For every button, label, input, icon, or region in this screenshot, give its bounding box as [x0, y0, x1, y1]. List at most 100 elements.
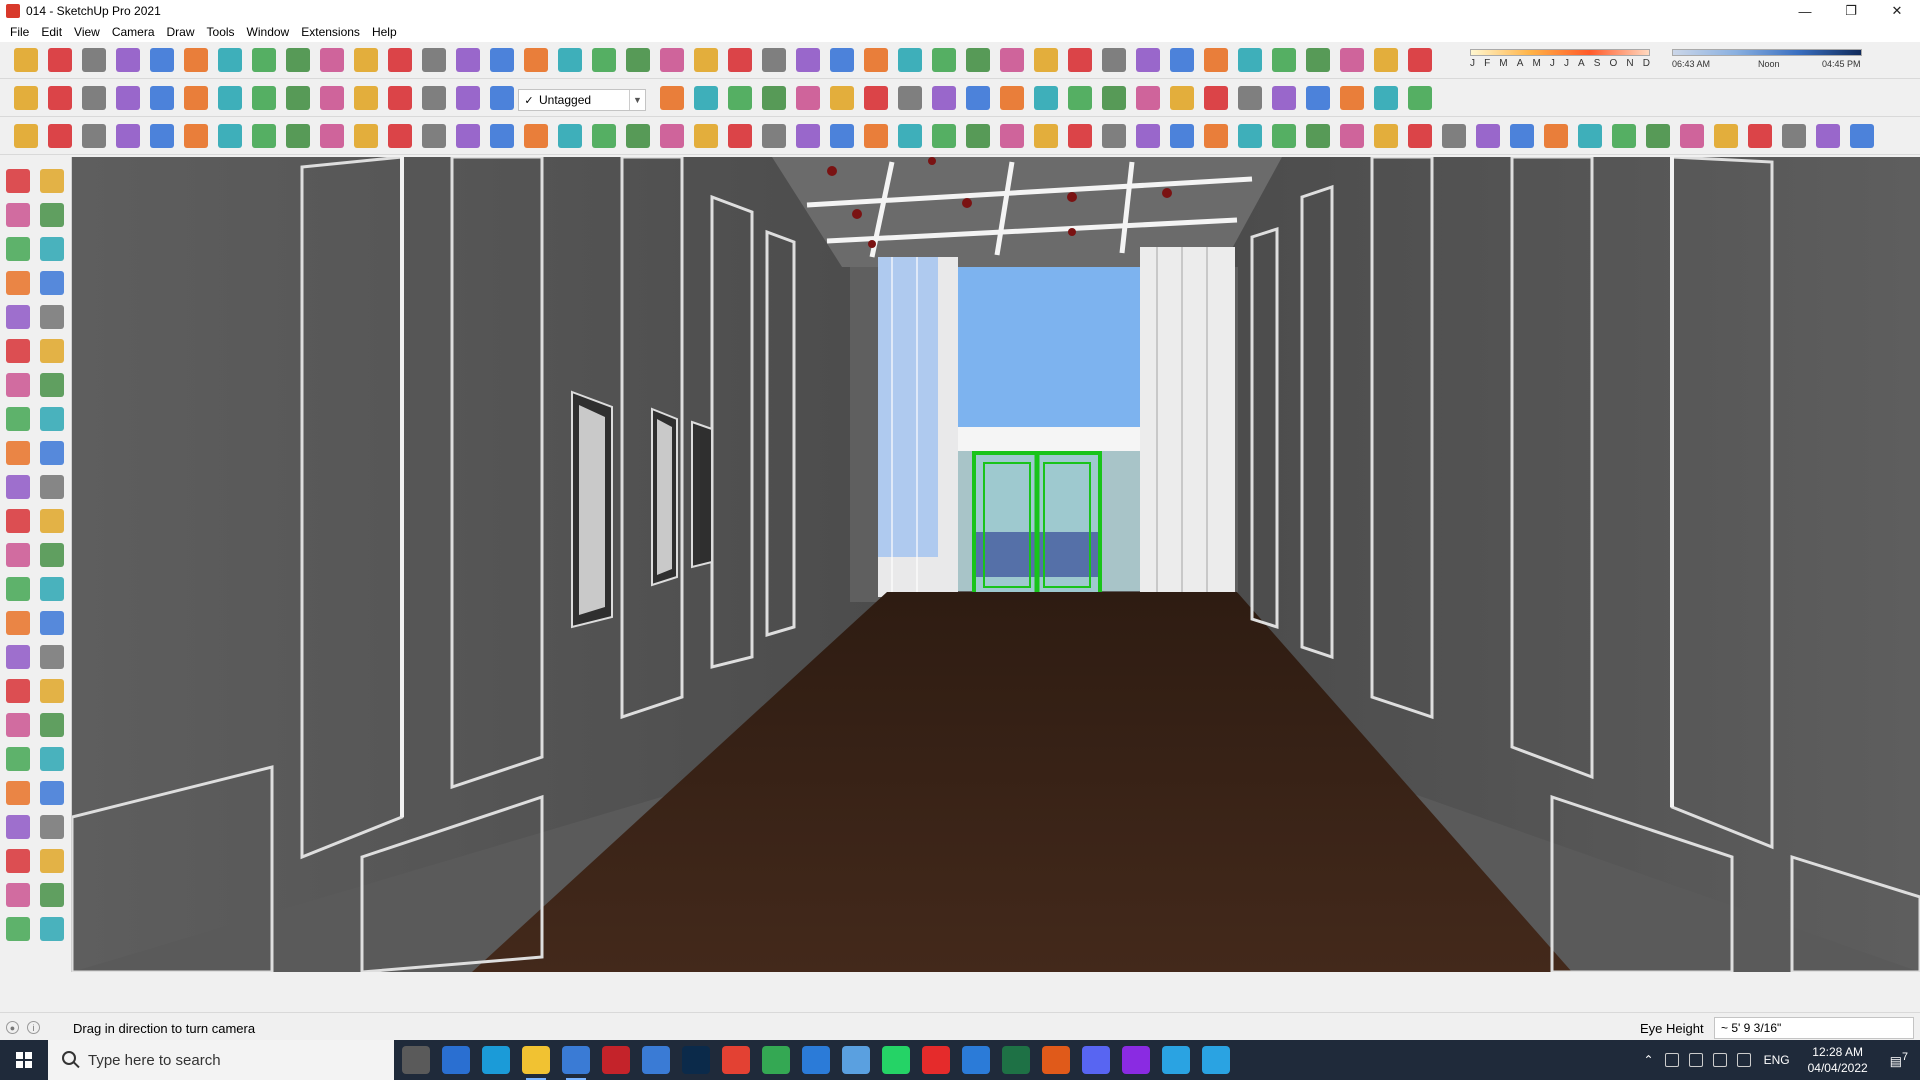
extrude-tool-icon[interactable]: [1680, 124, 1704, 148]
curve-tool-icon[interactable]: [1782, 124, 1806, 148]
style-tool-icon[interactable]: [252, 86, 276, 110]
shape-tool-icon[interactable]: [796, 124, 820, 148]
minimize-button[interactable]: —: [1782, 0, 1828, 22]
view-top-tool-icon[interactable]: [728, 86, 752, 110]
material-tool-icon[interactable]: [1578, 124, 1602, 148]
edit-tool-icon[interactable]: [1850, 124, 1874, 148]
shadow-time-track[interactable]: [1672, 49, 1862, 56]
rotate-tool-icon[interactable]: [558, 48, 582, 72]
arc-tool-icon[interactable]: [1068, 124, 1092, 148]
rectangle-icon[interactable]: [6, 271, 30, 295]
loft-tool-icon[interactable]: [592, 124, 616, 148]
push-pull-icon[interactable]: [40, 407, 64, 431]
group-tool-icon[interactable]: [1170, 86, 1194, 110]
shape-bender-tool-icon[interactable]: [1204, 124, 1228, 148]
sketchup-taskbar-icon[interactable]: [562, 1046, 590, 1080]
select-icon[interactable]: [6, 849, 30, 873]
paint-tool-icon[interactable]: [1102, 48, 1126, 72]
new-tool-icon[interactable]: [1374, 48, 1398, 72]
new-tool-icon[interactable]: [694, 48, 718, 72]
line-tool-icon[interactable]: [354, 124, 378, 148]
curve-tool-icon[interactable]: [1442, 124, 1466, 148]
pie-icon[interactable]: [6, 373, 30, 397]
loft-tool-icon[interactable]: [252, 124, 276, 148]
edit-tool-icon[interactable]: [150, 124, 174, 148]
loft-tool-icon[interactable]: [1612, 124, 1636, 148]
arc-tool-icon[interactable]: [1408, 124, 1432, 148]
line-tool-icon[interactable]: [1714, 124, 1738, 148]
menu-help[interactable]: Help: [366, 25, 403, 39]
solid-tool-icon[interactable]: [1068, 86, 1092, 110]
excel-taskbar-icon[interactable]: [1002, 1046, 1030, 1074]
pan-icon[interactable]: [40, 611, 64, 635]
paint-tool-icon[interactable]: [422, 48, 446, 72]
extrude-tool-icon[interactable]: [1000, 124, 1024, 148]
discord-taskbar-icon[interactable]: [1082, 1046, 1110, 1074]
file-explorer-taskbar-icon[interactable]: [522, 1046, 550, 1080]
previous-icon[interactable]: [40, 679, 64, 703]
outliner-icon[interactable]: [6, 781, 30, 805]
line-tool-icon[interactable]: [1374, 124, 1398, 148]
files-taskbar-icon[interactable]: [842, 1046, 870, 1074]
info-icon[interactable]: i: [27, 1021, 40, 1034]
rotated-rectangle-icon[interactable]: [40, 271, 64, 295]
edit-tool-icon[interactable]: [490, 124, 514, 148]
dimension-icon[interactable]: [40, 509, 64, 533]
joint-tool-icon[interactable]: [286, 124, 310, 148]
shape-tool-icon[interactable]: [116, 124, 140, 148]
orbit-icon[interactable]: [6, 611, 30, 635]
paint-tool-icon[interactable]: [762, 48, 786, 72]
task-view-taskbar-icon[interactable]: [402, 1046, 430, 1074]
line-tool-icon[interactable]: [1034, 124, 1058, 148]
zoom-window-icon[interactable]: [40, 645, 64, 669]
push-pull-tool-icon[interactable]: [1408, 48, 1432, 72]
podcast-taskbar-icon[interactable]: [1122, 1046, 1150, 1074]
material-tool-icon[interactable]: [1238, 124, 1262, 148]
section-plane-icon[interactable]: [40, 747, 64, 771]
menu-extensions[interactable]: Extensions: [295, 25, 366, 39]
view-iso-tool-icon[interactable]: [14, 86, 38, 110]
new-tool-icon[interactable]: [354, 48, 378, 72]
move-tool-icon[interactable]: [1204, 48, 1228, 72]
axes-tool-icon[interactable]: [830, 48, 854, 72]
offset-tool-icon[interactable]: [626, 48, 650, 72]
extrude-tool-icon[interactable]: [1340, 124, 1364, 148]
view-front-tool-icon[interactable]: [762, 86, 786, 110]
menu-draw[interactable]: Draw: [161, 25, 201, 39]
menu-edit[interactable]: Edit: [35, 25, 68, 39]
style-tool-icon[interactable]: [1204, 86, 1228, 110]
circle-icon[interactable]: [6, 305, 30, 329]
loft-tool-icon[interactable]: [932, 124, 956, 148]
solid-tool-icon[interactable]: [1340, 86, 1364, 110]
two-point-arc-icon[interactable]: [40, 339, 64, 363]
menu-file[interactable]: File: [4, 25, 35, 39]
component-select-icon[interactable]: [40, 169, 64, 193]
new-tool-icon[interactable]: [1034, 48, 1058, 72]
zoom-extents-icon[interactable]: [6, 679, 30, 703]
freehand-icon[interactable]: [40, 237, 64, 261]
group-tool-icon[interactable]: [898, 86, 922, 110]
opera-taskbar-icon[interactable]: [922, 1046, 950, 1074]
solid-tool-icon[interactable]: [116, 86, 140, 110]
line-icon[interactable]: [6, 237, 30, 261]
acrobat-taskbar-icon[interactable]: [602, 1046, 630, 1074]
position-camera-icon[interactable]: [6, 713, 30, 737]
move-tool-icon[interactable]: [864, 48, 888, 72]
style-tool-icon[interactable]: [932, 86, 956, 110]
shape-bender-tool-icon[interactable]: [524, 124, 548, 148]
view-top-tool-icon[interactable]: [320, 86, 344, 110]
joint-tool-icon[interactable]: [1646, 124, 1670, 148]
paint-tool-icon[interactable]: [82, 48, 106, 72]
section-tool-icon[interactable]: [796, 48, 820, 72]
geo-location-icon[interactable]: ●: [6, 1021, 19, 1034]
snipping-taskbar-icon[interactable]: [642, 1046, 670, 1074]
joint-tool-icon[interactable]: [626, 124, 650, 148]
three-point-arc-icon[interactable]: [40, 373, 64, 397]
shape-tool-icon[interactable]: [1476, 124, 1500, 148]
rotate-tool-icon[interactable]: [1238, 48, 1262, 72]
menu-window[interactable]: Window: [241, 25, 296, 39]
photoshop-taskbar-icon[interactable]: [682, 1046, 710, 1074]
walk-icon[interactable]: [6, 747, 30, 771]
tags-icon[interactable]: [40, 781, 64, 805]
component-tool-icon[interactable]: [1136, 86, 1160, 110]
